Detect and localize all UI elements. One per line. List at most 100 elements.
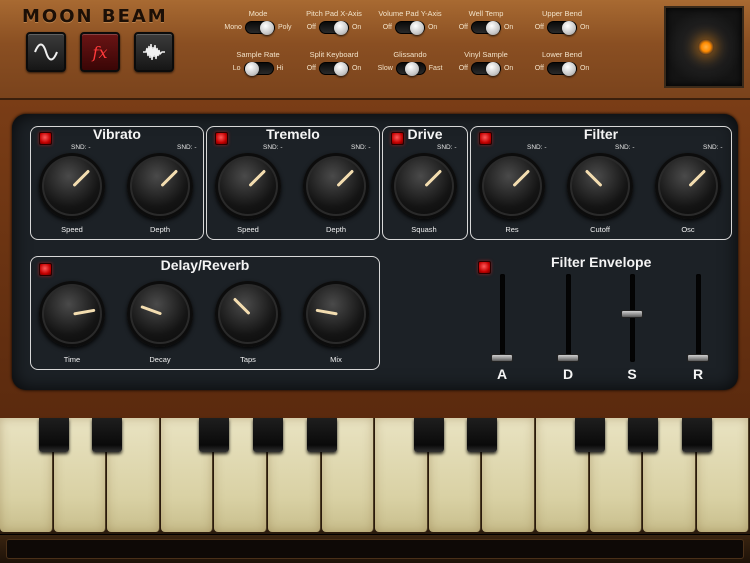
adsr-s-slider-track[interactable] (630, 274, 635, 362)
well-temp-toggle[interactable] (470, 21, 501, 35)
vibrato-depth-knob[interactable] (127, 153, 193, 219)
delay-reverb-led-toggle[interactable] (39, 263, 52, 276)
upper-bend-switch-right-label: On (579, 24, 590, 31)
filter-snd-1: SND: - (527, 144, 547, 151)
filter-led-toggle[interactable] (479, 132, 492, 145)
drive-led-toggle[interactable] (391, 132, 404, 145)
black-key[interactable] (628, 418, 659, 452)
tremelo-depth-knob[interactable] (303, 153, 369, 219)
knob-indicator (584, 169, 603, 188)
waveform-button[interactable] (26, 32, 66, 72)
delay-taps-label: Taps (240, 355, 256, 364)
upper-bend-switch-title: Upper Bend (541, 9, 583, 18)
glissando-toggle[interactable] (395, 62, 426, 76)
vibrato-speed-label: Speed (61, 225, 83, 234)
filter-envelope-led-toggle[interactable] (478, 261, 491, 274)
tremelo-title: Tremelo (266, 126, 320, 142)
black-key[interactable] (38, 418, 69, 452)
vibrato-led-toggle[interactable] (39, 132, 52, 145)
pitch-pad-x-switch-group: Pitch Pad X-Axis Off On (296, 9, 372, 35)
volume-pad-y-switch-title: Volume Pad Y-Axis (378, 9, 442, 18)
adsr-d-slider-track[interactable] (566, 274, 571, 362)
adsr-a-slider-track[interactable] (500, 274, 505, 362)
vinyl-sample-toggle[interactable] (470, 62, 501, 76)
mode-toggle[interactable] (244, 21, 275, 35)
vibrato-section: Vibrato SND: - SND: - Speed Depth (30, 126, 204, 240)
pitch-pad-x-toggle[interactable] (318, 21, 349, 35)
toggle-thumb (409, 21, 424, 35)
delay-taps-knob[interactable] (215, 281, 281, 347)
drive-section: Drive SND: - Squash (382, 126, 468, 240)
volume-pad-y-toggle[interactable] (394, 21, 425, 35)
toggle-thumb (333, 21, 348, 35)
volume-pad-y-switch-group: Volume Pad Y-Axis Off On (372, 9, 448, 35)
toggle-thumb (561, 62, 576, 76)
xy-touch-pad[interactable] (664, 6, 744, 88)
vinyl-sample-switch-group: Vinyl Sample Off On (448, 50, 524, 76)
knob-indicator (315, 308, 338, 316)
adsr-r-slider-track[interactable] (696, 274, 701, 362)
split-keyboard-toggle[interactable] (318, 62, 349, 76)
tremelo-speed-label: Speed (237, 225, 259, 234)
delay-reverb-section: Delay/Reverb Time Decay Taps Mix (30, 256, 380, 370)
split-keyboard-switch-title: Split Keyboard (309, 50, 359, 59)
sample-rate-toggle[interactable] (243, 62, 274, 76)
glissando-switch-title: Glissando (393, 50, 427, 59)
well-temp-switch-group: Well Temp Off On (448, 9, 524, 35)
volume-pad-y-switch-right-label: On (427, 24, 438, 31)
filter-osc-knob[interactable] (655, 153, 721, 219)
black-key[interactable] (681, 418, 712, 452)
piano-keyboard (0, 418, 750, 534)
well-temp-switch-right-label: On (503, 24, 514, 31)
filter-res-label: Res (505, 225, 519, 234)
vibrato-depth-label: Depth (149, 225, 170, 234)
black-key[interactable] (413, 418, 444, 452)
filter-cutoff-knob[interactable] (567, 153, 633, 219)
sample-rate-switch-right-label: Hi (276, 65, 284, 72)
black-key[interactable] (467, 418, 498, 452)
delay-mix-label: Mix (330, 355, 342, 364)
drive-squash-knob[interactable] (391, 153, 457, 219)
black-key[interactable] (92, 418, 123, 452)
black-key[interactable] (306, 418, 337, 452)
toggle-thumb (485, 21, 500, 35)
black-key[interactable] (199, 418, 230, 452)
adsr-r-slider-thumb[interactable] (687, 354, 709, 362)
lower-bend-toggle[interactable] (546, 62, 577, 76)
vibrato-title: Vibrato (93, 126, 141, 142)
upper-bend-switch-group: Upper Bend Off On (524, 9, 600, 35)
tremelo-snd-1: SND: - (263, 144, 283, 151)
sample-rate-switch-left-label: Lo (232, 65, 241, 72)
delay-decay-knob[interactable] (127, 281, 193, 347)
filter-res-knob[interactable] (479, 153, 545, 219)
adsr-d-slider-thumb[interactable] (557, 354, 579, 362)
upper-bend-toggle[interactable] (546, 21, 577, 35)
effects-panel: Vibrato SND: - SND: - Speed Depth Tremel… (12, 114, 738, 390)
lower-bend-switch-title: Lower Bend (541, 50, 583, 59)
filter-section: Filter SND: - SND: - SND: - Res Cutoff O… (470, 126, 732, 240)
upper-bend-switch-left-label: Off (534, 24, 544, 31)
fx-button[interactable]: fx (80, 32, 120, 72)
bottom-strip (0, 534, 750, 563)
mode-switch-left-label: Mono (224, 24, 242, 31)
split-keyboard-switch-right-label: On (351, 65, 362, 72)
xy-pad-cursor (698, 39, 714, 55)
adsr-s-slider-thumb[interactable] (621, 310, 643, 318)
vibrato-speed-knob[interactable] (39, 153, 105, 219)
knob-indicator (512, 169, 531, 188)
delay-decay-label: Decay (149, 355, 171, 364)
black-key[interactable] (574, 418, 605, 452)
tremelo-speed-knob[interactable] (215, 153, 281, 219)
tremelo-led-toggle[interactable] (215, 132, 228, 145)
delay-mix-knob[interactable] (303, 281, 369, 347)
sample-button[interactable] (134, 32, 174, 72)
filter-title: Filter (583, 126, 619, 142)
well-temp-switch-left-label: Off (458, 24, 468, 31)
top-control-bar: MOON BEAM fx Mode Mono Poly Pitch Pad X-Axi… (0, 0, 750, 100)
volume-pad-y-switch-left-label: Off (382, 24, 392, 31)
glissando-switch-right-label: Fast (428, 65, 443, 72)
adsr-a-slider-thumb[interactable] (491, 354, 513, 362)
black-key[interactable] (253, 418, 283, 452)
knob-indicator (160, 169, 179, 188)
delay-time-knob[interactable] (39, 281, 105, 347)
